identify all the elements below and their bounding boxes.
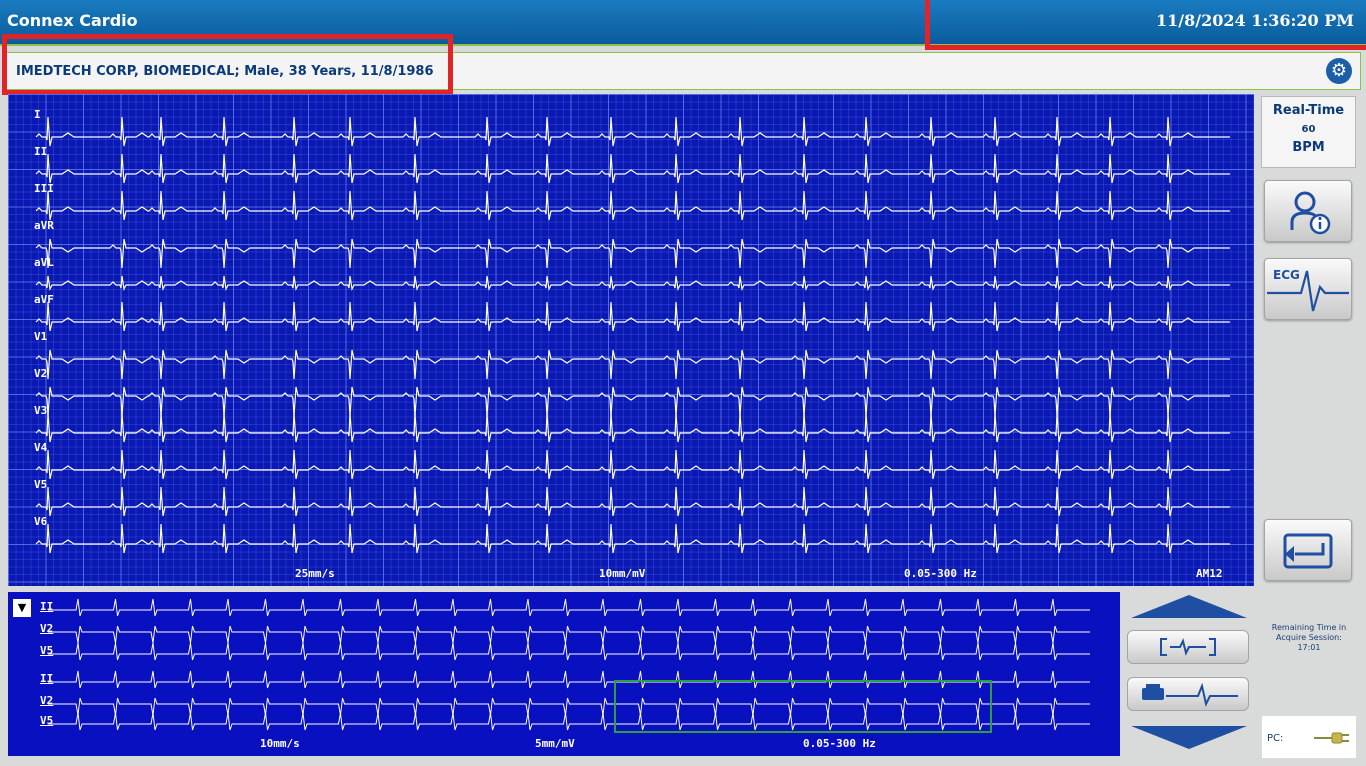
rhythm-lead-label: V2 [40,622,54,635]
lead-label-iii: III [34,182,54,195]
scroll-down-arrow-icon[interactable] [1128,724,1250,752]
lead-label-avl: aVL [34,256,54,269]
print-rhythm-button[interactable] [1127,677,1249,711]
rhythm-speed: 10mm/s [260,737,300,750]
ecg-trace-i [35,116,1230,147]
lead-label-v4: V4 [34,441,48,454]
rhythm-lead-label: V5 [40,644,54,657]
ecg-button-label: ECG [1273,268,1300,282]
side-panel: Real-Time 60 BPM ECG [1258,94,1362,754]
power-label: PC: [1267,733,1284,744]
remaining-label: Remaining Time in Acquire Session: [1271,623,1347,642]
patient-info-icon [1290,191,1331,235]
twelve-lead-ecg-display[interactable]: I II III aVR aVL aVF V1 V2 V3 V4 V5 V6 25mm/s 10mm/… [8,94,1254,586]
patient-highlight-box [2,34,453,95]
selection-box[interactable] [614,680,992,733]
lead-label-avf: aVF [34,293,54,306]
lead-label-ii: II [34,145,48,158]
ecg-trace-v3 [35,412,1230,443]
ecg-trace-v1 [35,349,1230,380]
rhythm-trace-1 [48,598,1090,617]
heart-rate-display: Real-Time 60 BPM [1261,96,1356,168]
heart-rate-unit: BPM [1292,140,1325,155]
ecg-filter: 0.05-300 Hz [904,567,977,580]
ecg-trace-v2 [35,386,1230,417]
ecg-trace-iii [35,190,1230,221]
rhythm-filter: 0.05-300 Hz [803,737,876,750]
ecg-trace-ii [35,153,1230,184]
lead-label-v5: V5 [34,478,48,491]
patient-info-button[interactable] [1264,180,1352,242]
remaining-time: 17:01 [1297,643,1321,652]
full-disclosure-button[interactable] [1127,630,1249,664]
ecg-trace-avr [35,238,1230,269]
rhythm-lead-label: II [40,672,54,685]
return-icon [1283,533,1333,569]
ecg-button[interactable]: ECG [1264,258,1352,320]
ecg-device: AM12 [1196,567,1223,580]
rhythm-trace-3 [48,642,1090,661]
mode-label: Real-Time [1272,103,1345,118]
lead-label-v2: V2 [34,367,48,380]
rhythm-lead-label: V2 [40,694,54,707]
plug-icon [1314,732,1349,744]
lead-label-v6: V6 [34,515,48,528]
ecg-trace-v4 [35,449,1230,480]
gear-icon[interactable]: ⚙ [1326,58,1352,84]
rhythm-lead-label: V5 [40,714,54,727]
ecg-trace-avl [35,275,1230,292]
rhythm-gain: 5mm/mV [535,737,575,750]
power-status: PC: [1262,716,1356,758]
app-title: Connex Cardio [7,11,138,30]
full-disclosure-icon [1160,638,1216,656]
lead-label-v1: V1 [34,330,48,343]
ecg-trace-v6 [35,523,1230,554]
lead-label-avr: aVR [34,219,54,232]
exit-button[interactable] [1264,519,1352,581]
lead-label-v3: V3 [34,404,48,417]
lead-label-i: I [34,108,41,121]
session-remaining: Remaining Time in Acquire Session: 17:01 [1262,623,1356,653]
ecg-gain: 10mm/mV [599,567,646,580]
heart-rate-value: 60 [1301,124,1316,135]
rhythm-trace-2 [48,625,1090,644]
ecg-trace-avf [35,301,1230,332]
scroll-up-arrow-icon[interactable] [1128,592,1250,620]
datetime-highlight-box [925,0,1366,50]
rhythm-strip[interactable]: ▼ II V2 V5 II V2 V5 10mm/s 5mm/mV 0.05-300 Hz [8,592,1120,756]
rhythm-lead-label: II [40,600,54,613]
printer-icon [1142,682,1238,707]
lead-select-dropdown[interactable]: ▼ [13,599,31,617]
ecg-waveforms [35,116,1230,554]
ecg-trace-v5 [35,486,1230,517]
ecg-speed: 25mm/s [295,567,335,580]
